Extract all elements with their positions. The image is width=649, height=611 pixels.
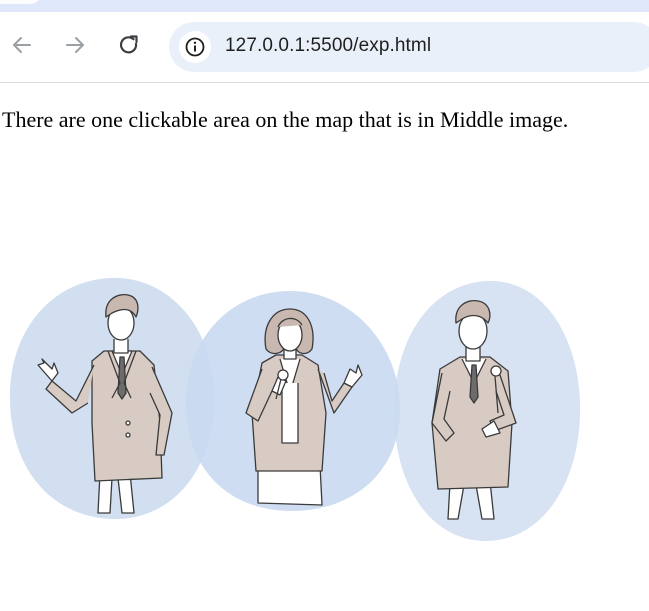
active-tab-edge[interactable] [0,0,42,4]
middle-image-hotspot[interactable] [186,291,401,511]
page-content: There are one clickable area on the map … [0,83,649,611]
arrow-left-icon [13,37,31,53]
tab-strip [0,0,649,12]
right-image [394,280,581,541]
reload-button[interactable] [116,32,142,58]
info-icon [185,37,205,57]
left-image [9,277,215,520]
url-text[interactable]: 127.0.0.1:5500/exp.html [225,35,431,57]
address-bar[interactable]: 127.0.0.1:5500/exp.html [169,22,649,72]
browser-toolbar: 127.0.0.1:5500/exp.html [0,12,649,83]
reload-icon [119,35,138,54]
forward-button[interactable] [62,32,88,58]
back-button[interactable] [9,32,35,58]
image-map [0,273,600,548]
instruction-text: There are one clickable area on the map … [2,107,569,132]
arrow-right-icon [66,37,84,53]
site-info-button[interactable] [179,31,211,63]
